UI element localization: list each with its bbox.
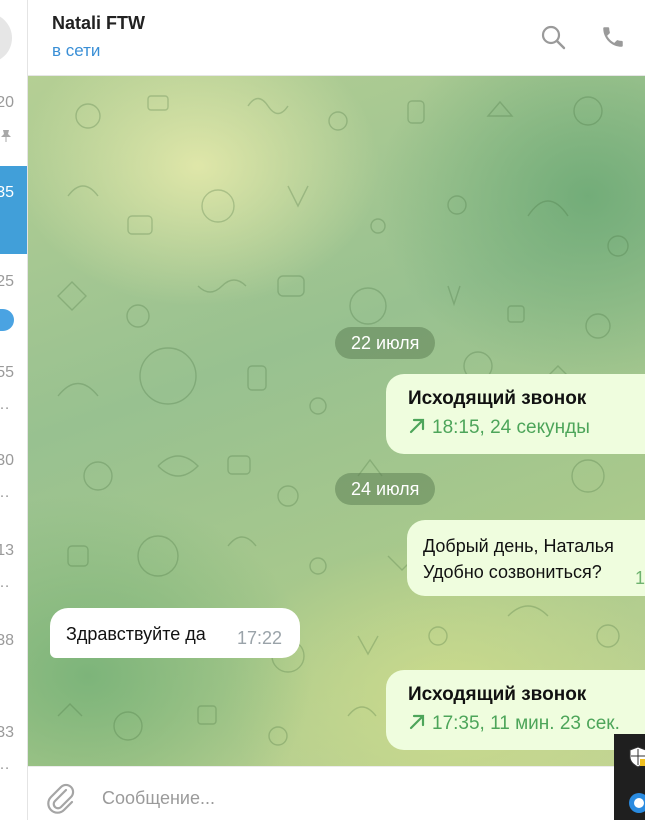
message-composer [28,766,614,820]
outgoing-arrow-icon [409,714,425,730]
chat-list-item[interactable]: 25 [0,254,27,342]
call-info: 17:35, 11 мин. 23 сек. [408,713,620,735]
chat-time: 55 [0,364,14,381]
message-text-line: Добрый день, Наталья [423,536,614,556]
chat-time: 35 [0,184,14,201]
chat-list-item[interactable]: 30 … [0,430,27,518]
chat-preview-ellipsis: … [0,756,10,774]
search-icon [541,25,566,50]
paperclip-icon[interactable] [44,781,78,815]
chat-time: 38 [0,632,14,649]
chat-time: 30 [0,452,14,469]
pin-icon [1,130,11,142]
date-separator: 24 июля [335,473,436,505]
outgoing-call-message[interactable]: Исходящий звонок 18:15, 24 секунды [386,374,645,454]
incoming-message[interactable]: Здравствуйте да 17:22 [50,608,300,658]
chat-list-item[interactable]: 38 [0,606,27,694]
call-details: 17:35, 11 мин. 23 сек. [432,713,620,734]
search-button[interactable] [538,22,568,52]
chat-preview-ellipsis: … [0,396,10,414]
chat-time: 20 [0,94,14,111]
shield-icon[interactable] [628,746,645,768]
chat-title[interactable]: Natali FTW [52,13,145,34]
call-button[interactable] [598,22,628,52]
call-details: 18:15, 24 секунды [432,417,590,438]
chat-time: 13 [0,542,14,559]
message-text: Здравствуйте да [66,624,206,644]
chat-list-item[interactable]: 33 … [0,694,27,782]
chat-preview-ellipsis: … [0,484,10,502]
call-title: Исходящий звонок [408,684,587,705]
chat-time: 33 [0,724,14,741]
date-separator: 22 июля [335,327,436,359]
online-status: в сети [52,41,101,60]
avatar[interactable] [0,13,12,63]
system-tray [614,734,645,820]
chat-time: 25 [0,273,14,290]
unread-badge [0,309,14,331]
message-input[interactable] [102,785,582,811]
chat-header: Natali FTW в сети [28,0,645,76]
chat-list-item[interactable]: 55 … [0,342,27,430]
message-text-line: Удобно созвониться? [423,562,602,582]
outgoing-arrow-icon [409,418,425,434]
outgoing-call-message[interactable]: Исходящий звонок 17:35, 11 мин. 23 сек. [386,670,645,750]
message-time: 1 [635,568,645,588]
call-title: Исходящий звонок [408,388,587,409]
message-time: 17:22 [237,628,283,648]
call-info: 18:15, 24 секунды [408,417,590,439]
message-area[interactable]: 22 июля Исходящий звонок 18:15, 24 секун… [28,76,645,766]
chat-list-sidebar: 20 35 25 55 … 30 … 13 … 38 33 … [0,0,28,820]
app-tray-icon[interactable] [628,792,645,814]
outgoing-message[interactable]: Добрый день, Наталья Удобно созвониться?… [407,520,645,596]
phone-icon [603,27,623,47]
chat-list-item[interactable]: 20 [0,80,27,168]
chat-preview-ellipsis: … [0,574,10,592]
chat-list-item[interactable]: 13 … [0,518,27,606]
chat-list-item[interactable]: 35 [0,166,27,254]
